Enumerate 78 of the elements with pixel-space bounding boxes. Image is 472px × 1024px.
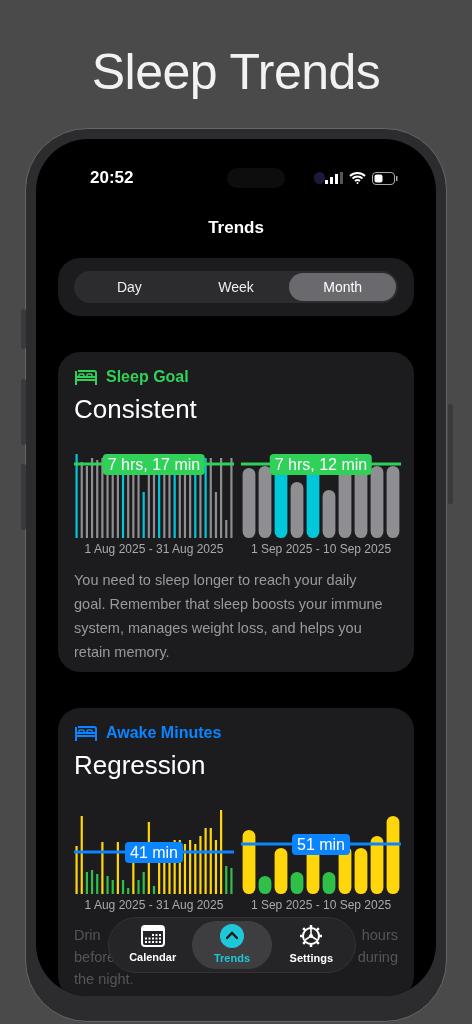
page-title: Sleep Trends bbox=[90, 43, 382, 102]
date-range: 1 Aug 2025 - 31 Aug 2025 bbox=[83, 541, 225, 558]
status-time: 20:52 bbox=[90, 167, 135, 190]
description-text: hours bbox=[361, 926, 398, 945]
chart-bar bbox=[85, 872, 88, 894]
tab-bar-item[interactable]: Calendar bbox=[113, 921, 193, 969]
camera-lens bbox=[314, 172, 325, 184]
chart-bar bbox=[75, 846, 78, 894]
card-category: Sleep Goal bbox=[106, 367, 189, 387]
chart-bar bbox=[225, 520, 228, 538]
chart-bar bbox=[121, 880, 125, 894]
chart-bar bbox=[214, 840, 218, 894]
bed-icon bbox=[74, 723, 98, 743]
description-text: retain memory. bbox=[74, 643, 170, 662]
chart-bar bbox=[322, 872, 336, 894]
chart-bar bbox=[199, 836, 202, 894]
chart-bar bbox=[274, 848, 288, 894]
tab-bar-item[interactable]: Settings bbox=[271, 921, 351, 969]
chart-bar bbox=[142, 872, 145, 894]
average-label: 7 hrs, 17 min bbox=[102, 454, 206, 475]
chart-bar bbox=[354, 848, 368, 894]
segment-tab[interactable]: Day bbox=[76, 273, 183, 301]
chart-bar bbox=[225, 866, 228, 894]
chart-bar bbox=[290, 482, 304, 538]
chart-bar bbox=[116, 842, 119, 894]
chart-bar bbox=[85, 466, 88, 538]
description-text: during bbox=[357, 948, 398, 967]
date-range: 1 Sep 2025 - 10 Sep 2025 bbox=[249, 541, 393, 558]
chart-bar bbox=[258, 876, 272, 894]
card-category: Awake Minutes bbox=[106, 723, 222, 743]
chart-bar bbox=[290, 872, 304, 894]
chart-bar bbox=[370, 466, 384, 538]
chart-bar bbox=[386, 466, 400, 538]
description-text: You need to sleep longer to reach your daily bbox=[74, 571, 357, 590]
chart-bar bbox=[96, 874, 99, 894]
average-label: 51 min bbox=[292, 834, 350, 855]
chart-bar bbox=[189, 840, 192, 894]
chart-bar bbox=[101, 842, 104, 894]
date-range: 1 Aug 2025 - 31 Aug 2025 bbox=[83, 897, 225, 914]
chart-bar bbox=[370, 836, 384, 894]
chart-bar bbox=[230, 868, 233, 894]
segment-tab[interactable]: Week bbox=[182, 273, 290, 301]
date-range: 1 Sep 2025 - 10 Sep 2025 bbox=[249, 897, 393, 914]
segment-tab[interactable]: Month bbox=[289, 273, 396, 301]
chart-bar bbox=[242, 468, 256, 538]
card-status: Consistent bbox=[74, 393, 198, 424]
settings-icon bbox=[299, 923, 324, 948]
chart-bar bbox=[142, 492, 145, 538]
tab-bar-item[interactable]: Trends bbox=[192, 921, 272, 969]
chart-bar bbox=[214, 492, 218, 538]
chart-bar bbox=[322, 490, 336, 538]
chart-bar bbox=[194, 844, 197, 894]
chart-bar bbox=[204, 828, 207, 894]
chart-bar bbox=[183, 844, 187, 894]
chart-bar bbox=[258, 466, 272, 538]
average-label: 7 hrs, 12 min bbox=[269, 454, 373, 475]
chart-bar bbox=[178, 474, 181, 538]
bed-icon bbox=[74, 367, 98, 387]
chart-bar bbox=[90, 870, 94, 894]
calendar-icon bbox=[140, 924, 165, 947]
chart-bar bbox=[127, 888, 130, 894]
screen-title: Trends bbox=[207, 217, 265, 239]
chart-bar bbox=[209, 828, 212, 894]
signal-icon bbox=[325, 172, 343, 184]
chart-bar bbox=[137, 880, 140, 894]
average-label: 41 min bbox=[125, 842, 183, 863]
chevron-up-icon bbox=[220, 923, 244, 948]
chart-bar bbox=[152, 886, 156, 894]
description-text: Drin bbox=[74, 926, 101, 945]
description-text: the night. bbox=[74, 970, 134, 989]
battery-icon bbox=[372, 171, 398, 185]
wifi-icon bbox=[349, 172, 366, 184]
chart-bar bbox=[106, 876, 109, 894]
chart-bar bbox=[111, 880, 114, 894]
description-text: system, manages weight loss, and helps you bbox=[74, 619, 362, 638]
card-status: Regression bbox=[74, 749, 207, 780]
chart-bar bbox=[242, 830, 256, 894]
description-text: goal. Remember that sleep boosts your immune bbox=[74, 595, 383, 614]
